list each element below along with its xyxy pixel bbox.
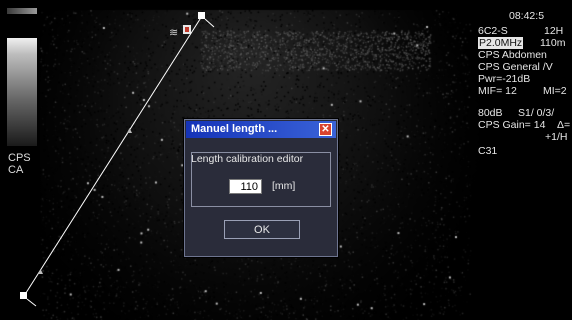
dialog-title: Manuel length ... bbox=[191, 123, 278, 135]
caliper-marker-icon bbox=[38, 269, 43, 274]
exam-name: CPS Abdomen bbox=[478, 49, 547, 61]
ok-button[interactable]: OK bbox=[224, 220, 300, 239]
dialog-titlebar[interactable]: Manuel length ... ✕ bbox=[186, 121, 336, 138]
mif-readout: MIF= 12 bbox=[478, 85, 517, 97]
caliper-tick-top bbox=[204, 18, 215, 28]
depth-readout: 110m bbox=[540, 37, 566, 49]
caliper-line bbox=[23, 15, 203, 297]
caliper-tick-bottom bbox=[26, 298, 37, 307]
mi-readout: MI=2 bbox=[543, 85, 567, 97]
preset-name: CPS General /V bbox=[478, 61, 553, 73]
caliper-marker-icon bbox=[127, 128, 132, 133]
ultrasound-screen: CPS CA ≋ 08:42:5 6C2-S 12H P2.0MHz 110m … bbox=[0, 0, 572, 320]
caliper-handle-top[interactable] bbox=[198, 12, 205, 19]
gain-delta: Δ= bbox=[557, 119, 571, 131]
time-readout: 08:42:5 bbox=[509, 10, 545, 22]
dynamic-range: 80dB bbox=[478, 107, 503, 119]
settings-readout: S1/ 0/3/ bbox=[518, 107, 555, 119]
gain-readout: CPS Gain= 14 bbox=[478, 119, 546, 131]
length-calibration-dialog: Manuel length ... ✕ Length calibration e… bbox=[184, 119, 338, 257]
frequency-readout: P2.0MHz bbox=[478, 37, 524, 49]
persist-readout: +1/H bbox=[545, 131, 568, 143]
length-input[interactable] bbox=[229, 179, 262, 194]
probe-name: 6C2-S bbox=[478, 25, 508, 37]
code-readout: C31 bbox=[478, 145, 498, 157]
caliper-handle-bottom[interactable] bbox=[20, 292, 27, 299]
power-readout: Pwr=-21dB bbox=[478, 73, 531, 85]
unit-label: [mm] bbox=[272, 180, 296, 192]
close-icon[interactable]: ✕ bbox=[319, 123, 332, 136]
frame-rate: 12H bbox=[544, 25, 564, 37]
